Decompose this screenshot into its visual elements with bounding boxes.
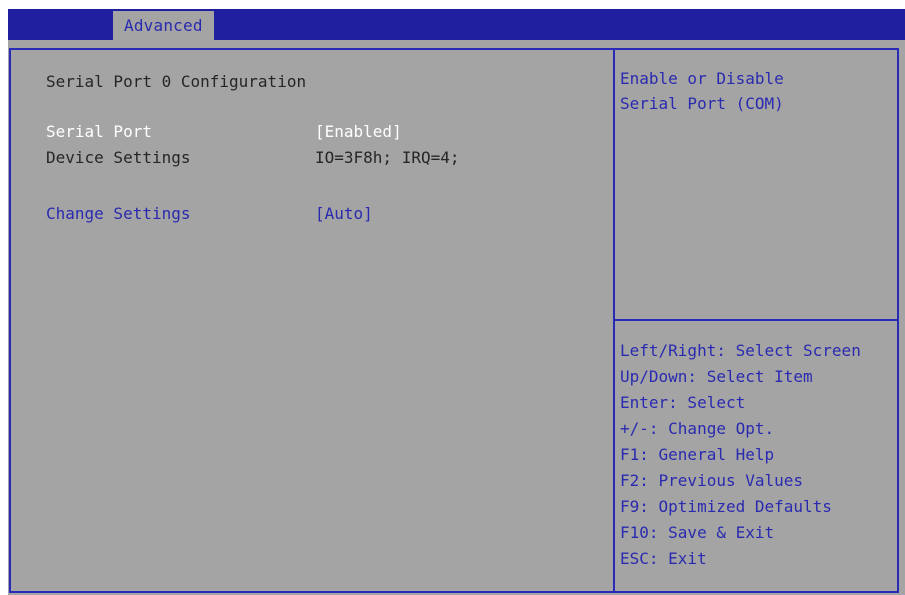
- serial-port-label[interactable]: Serial Port: [46, 122, 152, 142]
- key-hint-f2: F2: Previous Values: [620, 471, 804, 490]
- change-settings-label[interactable]: Change Settings: [46, 204, 191, 224]
- key-hint-esc: ESC: Exit: [620, 549, 707, 568]
- tab-advanced[interactable]: Advanced: [113, 11, 214, 40]
- key-hint-f1: F1: General Help: [620, 445, 775, 464]
- key-hint-up-down: Up/Down: Select Item: [620, 367, 813, 386]
- section-title: Serial Port 0 Configuration: [46, 72, 307, 91]
- menu-bar: Advanced: [8, 9, 905, 40]
- help-text-line-1: Enable or Disable: [620, 69, 784, 88]
- device-settings-value: IO=3F8h; IRQ=4;: [315, 148, 460, 167]
- key-hint-enter: Enter: Select: [620, 393, 746, 412]
- key-hint-f10: F10: Save & Exit: [620, 523, 775, 542]
- bios-screen: Advanced Serial Port 0 Configuration Ser…: [8, 9, 905, 595]
- change-settings-value[interactable]: [Auto]: [315, 204, 373, 224]
- key-hint-f9: F9: Optimized Defaults: [620, 497, 832, 516]
- key-hint-change-opt: +/-: Change Opt.: [620, 419, 775, 438]
- serial-port-value[interactable]: [Enabled]: [315, 122, 402, 142]
- help-divider: [615, 319, 899, 321]
- key-hint-left-right: Left/Right: Select Screen: [620, 341, 861, 360]
- help-text-line-2: Serial Port (COM): [620, 94, 784, 113]
- device-settings-label: Device Settings: [46, 148, 191, 167]
